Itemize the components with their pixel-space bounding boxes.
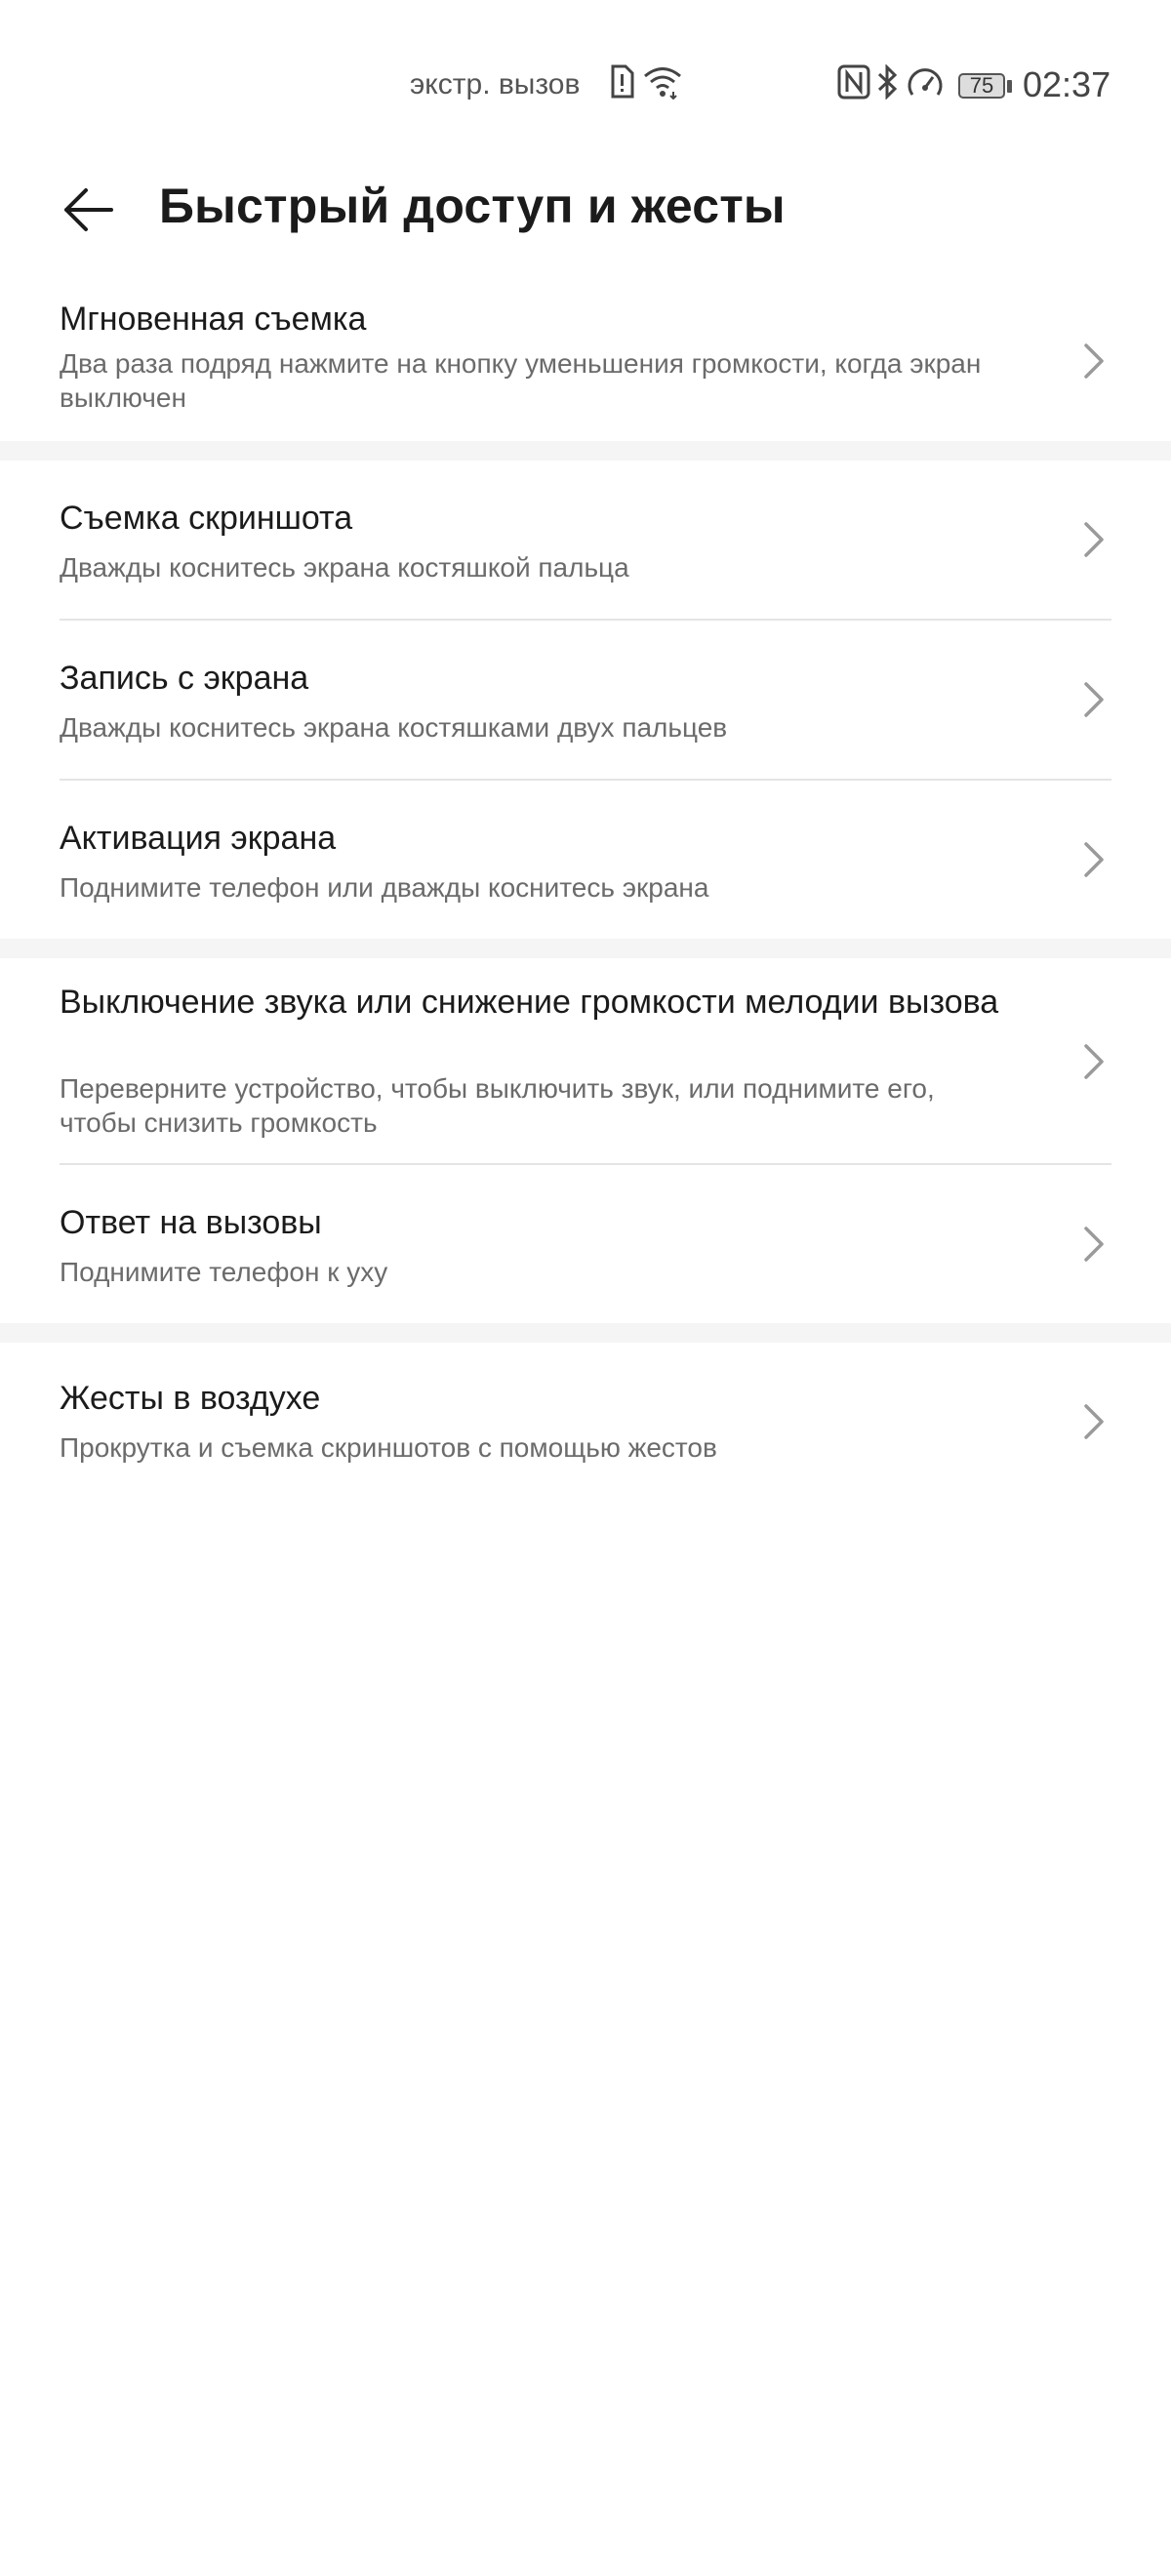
- chevron-right-icon: [1081, 1042, 1107, 1086]
- list-item-screen-wake[interactable]: Активация экрана Поднимите телефон или д…: [0, 781, 1171, 939]
- list-item-mute-ringtone[interactable]: Выключение звука или снижение громкости …: [0, 958, 1171, 1163]
- item-title: Выключение звука или снижение громкости …: [60, 984, 999, 1021]
- chevron-right-icon: [1081, 342, 1107, 385]
- item-subtitle: Поднимите телефон или дважды коснитесь э…: [60, 872, 709, 903]
- back-button[interactable]: [54, 178, 122, 246]
- list-item-instant-capture[interactable]: Мгновенная съемка Два раза подряд нажмит…: [0, 283, 1171, 439]
- chevron-right-icon: [1081, 840, 1107, 884]
- chevron-right-icon: [1081, 680, 1107, 724]
- clock: 02:37: [1023, 64, 1111, 104]
- item-title: Съемка скриншота: [60, 500, 353, 537]
- page-title: Быстрый доступ и жесты: [159, 179, 786, 233]
- app-bar: Быстрый доступ и жесты: [0, 156, 1171, 263]
- battery-tip: [1007, 80, 1012, 93]
- item-subtitle: Переверните устройство, чтобы выключить …: [60, 1073, 935, 1138]
- list-item-screen-recording[interactable]: Запись с экрана Дважды коснитесь экрана …: [0, 621, 1171, 779]
- item-subtitle: Дважды коснитесь экрана костяшками двух …: [60, 712, 728, 743]
- item-subtitle: Прокрутка и съемка скриншотов с помощью …: [60, 1432, 717, 1463]
- arrow-left-icon: [61, 186, 115, 238]
- battery-icon: 75: [958, 73, 1005, 99]
- section-separator: [0, 441, 1171, 461]
- item-title: Запись с экрана: [60, 660, 309, 697]
- item-title: Ответ на вызовы: [60, 1204, 322, 1241]
- item-subtitle: Поднимите телефон к уху: [60, 1257, 388, 1287]
- item-title: Активация экрана: [60, 820, 337, 857]
- status-bar: экстр. вызов 75 02:37: [0, 0, 1171, 176]
- item-title: Мгновенная съемка: [60, 301, 367, 338]
- chevron-right-icon: [1081, 520, 1107, 564]
- bluetooth-icon: [876, 63, 900, 104]
- emergency-call-text: экстр. вызов: [410, 68, 581, 101]
- chevron-right-icon: [1081, 1402, 1107, 1446]
- item-subtitle: Два раза подряд нажмите на кнопку уменьш…: [60, 348, 982, 413]
- list-item-screenshot[interactable]: Съемка скриншота Дважды коснитесь экрана…: [0, 461, 1171, 619]
- section-separator: [0, 1323, 1171, 1343]
- speedometer-icon: [906, 64, 945, 104]
- sim-alert-icon: [609, 64, 634, 104]
- wifi-icon: [642, 64, 685, 104]
- section-separator: [0, 939, 1171, 958]
- chevron-right-icon: [1081, 1225, 1107, 1268]
- item-subtitle: Дважды коснитесь экрана костяшкой пальца: [60, 552, 629, 583]
- list-item-air-gestures[interactable]: Жесты в воздухе Прокрутка и съемка скрин…: [0, 1343, 1171, 1501]
- nfc-icon: [837, 64, 870, 104]
- list-item-answer-calls[interactable]: Ответ на вызовы Поднимите телефон к уху: [0, 1165, 1171, 1323]
- item-title: Жесты в воздухе: [60, 1380, 321, 1417]
